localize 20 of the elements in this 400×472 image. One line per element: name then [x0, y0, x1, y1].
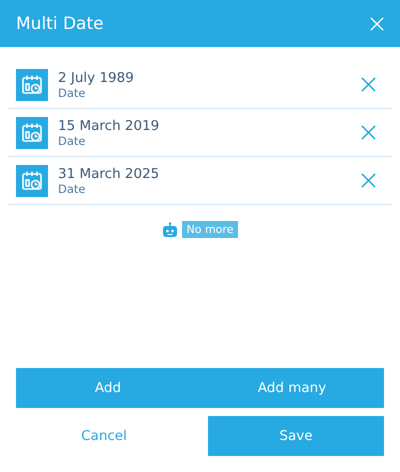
remove-icon[interactable] [361, 125, 376, 140]
action-button[interactable]: Add [16, 368, 200, 408]
field-label: Date [58, 182, 86, 196]
calendar-clock-icon [16, 164, 48, 196]
remove-icon[interactable] [361, 173, 376, 188]
action-button[interactable]: Save [208, 416, 384, 456]
calendar-clock-icon [16, 68, 48, 100]
field-label: Date [58, 86, 86, 100]
window-title: Multi Date [16, 14, 104, 34]
date-value: 15 March 2019 [58, 118, 160, 134]
robot-icon [162, 222, 178, 238]
close-icon[interactable] [370, 16, 384, 30]
field-label: Date [58, 134, 86, 148]
date-value: 2 July 1989 [58, 70, 135, 86]
remove-icon[interactable] [361, 77, 376, 92]
text-button[interactable]: Cancel [16, 416, 192, 456]
end-message: No more [182, 221, 238, 238]
date-value: 31 March 2025 [58, 166, 160, 182]
action-button[interactable]: Add many [200, 368, 384, 408]
calendar-clock-icon [16, 116, 48, 148]
